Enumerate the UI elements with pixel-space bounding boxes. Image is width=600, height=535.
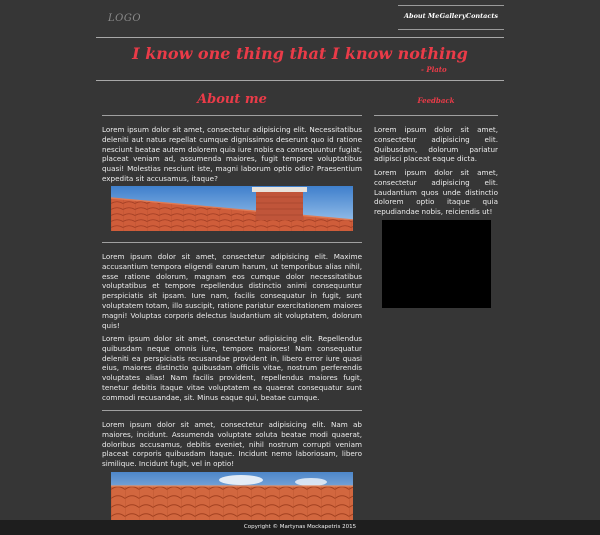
nav-link-gallery[interactable]: Gallery xyxy=(440,12,466,20)
about-divider xyxy=(102,115,362,116)
video-embed[interactable] xyxy=(382,220,491,308)
about-paragraph-3: Lorem ipsum dolor sit amet, consectetur … xyxy=(102,334,362,402)
about-heading: About me xyxy=(197,92,267,107)
site-logo[interactable]: LOGO xyxy=(108,13,141,24)
about-divider-2 xyxy=(102,242,362,243)
hero-quote: I know one thing that I know nothing xyxy=(132,44,468,63)
roof-chimney-image xyxy=(111,186,353,231)
hero-top-divider xyxy=(96,37,504,38)
about-divider-3 xyxy=(102,410,362,411)
about-paragraph-2: Lorem ipsum dolor sit amet, consectetur … xyxy=(102,252,362,330)
copyright-text: Copyright © Martynas Mockapetris 2015 xyxy=(243,524,357,530)
feedback-heading: Feedback xyxy=(417,96,455,105)
about-paragraph-1: Lorem ipsum dolor sit amet, consectetur … xyxy=(102,125,362,183)
roof-tiles-image xyxy=(111,472,353,520)
feedback-paragraph-2: Lorem ipsum dolor sit amet, consectetur … xyxy=(374,168,498,217)
hero-bottom-divider xyxy=(96,80,504,81)
hero-quote-author: - Plato xyxy=(421,65,447,74)
nav-link-contacts[interactable]: Contacts xyxy=(466,12,498,20)
feedback-paragraph-1: Lorem ipsum dolor sit amet, consectetur … xyxy=(374,125,498,164)
nav-bottom-divider xyxy=(398,29,504,30)
about-paragraph-4: Lorem ipsum dolor sit amet, consectetur … xyxy=(102,420,362,469)
page-footer: Copyright © Martynas Mockapetris 2015 xyxy=(0,520,600,535)
nav-top-divider xyxy=(398,5,504,6)
nav-link-about-me[interactable]: About Me xyxy=(404,12,439,20)
feedback-divider xyxy=(374,115,498,116)
main-nav: About Me Gallery Contacts xyxy=(398,12,504,20)
